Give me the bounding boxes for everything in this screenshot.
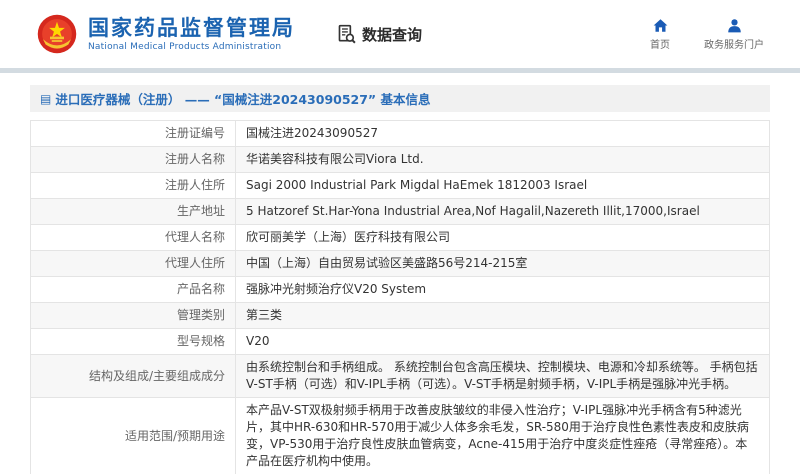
row-label: 注册证编号 xyxy=(31,121,236,147)
row-value: 强脉冲光射频治疗仪V20 System xyxy=(236,277,770,303)
row-value: 由系统控制台和手柄组成。 系统控制台包含高压模块、控制模块、电源和冷却系统等。 … xyxy=(236,355,770,398)
nav-portal-label: 政务服务门户 xyxy=(704,36,764,51)
nav-portal[interactable]: 政务服务门户 xyxy=(704,18,764,51)
row-value: V20 xyxy=(236,329,770,355)
row-label: 产品名称 xyxy=(31,277,236,303)
site-header: 国家药品监督管理局 National Medical Products Admi… xyxy=(0,0,800,68)
national-emblem-icon xyxy=(36,13,78,55)
row-value: 中国（上海）自由贸易试验区美盛路56号214-215室 xyxy=(236,251,770,277)
table-row: 结构及组成/主要组成成分 由系统控制台和手柄组成。 系统控制台包含高压模块、控制… xyxy=(31,355,770,398)
org-name-en: National Medical Products Administration xyxy=(88,42,295,52)
table-row: 生产地址 5 Hatzoref St.Har-Yona Industrial A… xyxy=(31,199,770,225)
org-name-zh: 国家药品监督管理局 xyxy=(88,16,295,40)
row-label: 代理人名称 xyxy=(31,225,236,251)
page-title: 进口医疗器械（注册） —— “国械注进20243090527” 基本信息 xyxy=(55,89,430,108)
row-value: 华诺美容科技有限公司Viora Ltd. xyxy=(236,147,770,173)
row-value: 欣可丽美学（上海）医疗科技有限公司 xyxy=(236,225,770,251)
table-row: 代理人住所 中国（上海）自由贸易试验区美盛路56号214-215室 xyxy=(31,251,770,277)
page-title-bar: ▤ 进口医疗器械（注册） —— “国械注进20243090527” 基本信息 xyxy=(30,85,770,112)
row-label: 注册人住所 xyxy=(31,173,236,199)
row-value: 第三类 xyxy=(236,303,770,329)
nav-data-query-label: 数据查询 xyxy=(362,24,422,45)
row-label: 生产地址 xyxy=(31,199,236,225)
brand-logo-block[interactable]: 国家药品监督管理局 National Medical Products Admi… xyxy=(36,13,295,55)
row-value: 本产品V-ST双极射频手柄用于改善皮肤皱纹的非侵入性治疗；V-IPL强脉冲光手柄… xyxy=(236,398,770,474)
table-row: 注册证编号 国械注进20243090527 xyxy=(31,121,770,147)
table-row: 注册人名称 华诺美容科技有限公司Viora Ltd. xyxy=(31,147,770,173)
table-row: 型号规格 V20 xyxy=(31,329,770,355)
nav-data-query[interactable]: 数据查询 xyxy=(337,24,422,45)
row-label: 型号规格 xyxy=(31,329,236,355)
nav-home-label: 首页 xyxy=(650,36,670,51)
registration-info-table: 注册证编号 国械注进20243090527 注册人名称 华诺美容科技有限公司Vi… xyxy=(30,120,770,474)
document-search-icon xyxy=(337,24,357,44)
home-icon xyxy=(653,18,668,33)
row-label: 代理人住所 xyxy=(31,251,236,277)
row-value: Sagi 2000 Industrial Park Migdal HaEmek … xyxy=(236,173,770,199)
row-label: 注册人名称 xyxy=(31,147,236,173)
row-label: 结构及组成/主要组成成分 xyxy=(31,355,236,398)
table-row: 注册人住所 Sagi 2000 Industrial Park Migdal H… xyxy=(31,173,770,199)
row-value: 5 Hatzoref St.Har-Yona Industrial Area,N… xyxy=(236,199,770,225)
row-value: 国械注进20243090527 xyxy=(236,121,770,147)
brand-text: 国家药品监督管理局 National Medical Products Admi… xyxy=(88,16,295,52)
user-icon xyxy=(727,18,742,33)
row-label: 管理类别 xyxy=(31,303,236,329)
page-doc-icon: ▤ xyxy=(40,93,51,105)
table-row: 适用范围/预期用途 本产品V-ST双极射频手柄用于改善皮肤皱纹的非侵入性治疗；V… xyxy=(31,398,770,474)
table-row: 管理类别 第三类 xyxy=(31,303,770,329)
table-row: 产品名称 强脉冲光射频治疗仪V20 System xyxy=(31,277,770,303)
nav-home[interactable]: 首页 xyxy=(650,18,670,51)
main-content: ▤ 进口医疗器械（注册） —— “国械注进20243090527” 基本信息 注… xyxy=(0,73,800,474)
header-right-nav: 首页 政务服务门户 xyxy=(650,18,764,51)
row-label: 适用范围/预期用途 xyxy=(31,398,236,474)
table-row: 代理人名称 欣可丽美学（上海）医疗科技有限公司 xyxy=(31,225,770,251)
